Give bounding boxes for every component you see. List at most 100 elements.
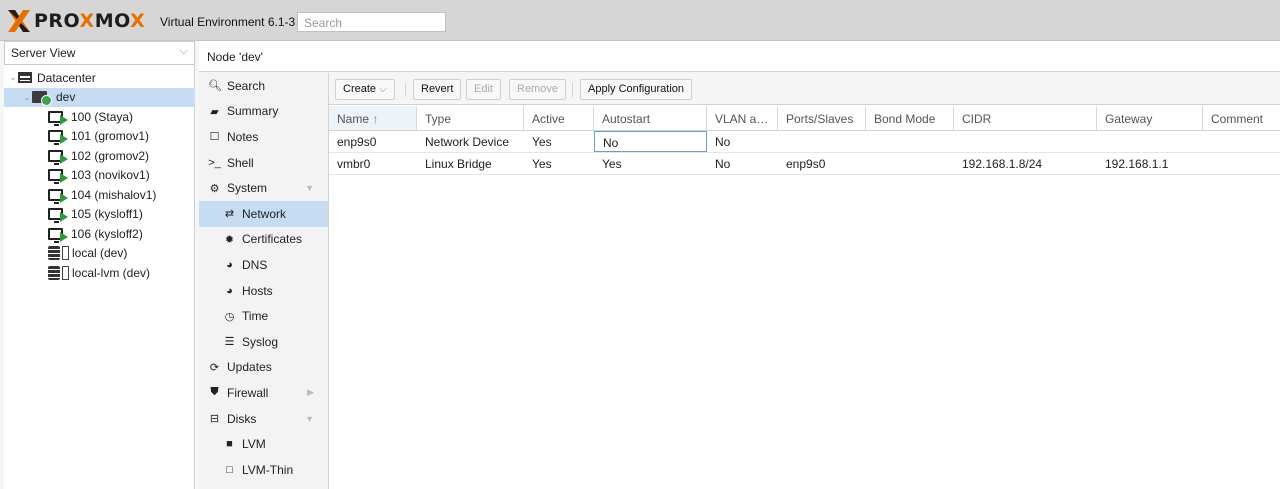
- menu-item-syslog[interactable]: ☰ Syslog: [199, 329, 328, 355]
- toolbar-separator: [405, 83, 406, 97]
- column-header-gateway[interactable]: Gateway: [1097, 106, 1203, 130]
- menu-item-label: Summary: [227, 104, 279, 119]
- menu-item-lvm[interactable]: ■ LVM: [199, 431, 328, 457]
- tree-item-vm[interactable]: 101 (gromov1): [4, 127, 195, 147]
- cell-bond-mode: [866, 153, 954, 174]
- cell-type: Network Device: [425, 135, 510, 149]
- menu-item-label: LVM: [242, 437, 266, 452]
- tree-item-label: 100 (Staya): [71, 109, 134, 124]
- menu-item-lvm-thin[interactable]: □ LVM-Thin: [199, 457, 328, 483]
- vm-running-icon: [48, 130, 68, 146]
- collapse-toggle-icon[interactable]: ⌄: [8, 72, 18, 83]
- brand-name: PROXMOX: [34, 10, 146, 32]
- cell-name: vmbr0: [337, 157, 371, 171]
- menu-item-system[interactable]: ⚙ System ▼: [199, 175, 328, 201]
- storage-disk-icon: [62, 265, 69, 280]
- menu-item-search[interactable]: 🔍︎ Search: [199, 73, 328, 99]
- tree-item-label: local-lvm (dev): [72, 265, 151, 280]
- tree-item-datacenter[interactable]: ⌄ Datacenter: [4, 68, 195, 88]
- table-row[interactable]: enp9s0 Network Device Yes No No: [329, 131, 1280, 153]
- edit-button[interactable]: Edit: [466, 79, 501, 100]
- chevron-right-icon[interactable]: ▶: [307, 387, 314, 398]
- tree-item-storage[interactable]: local-lvm (dev): [4, 263, 195, 283]
- column-header-active[interactable]: Active: [524, 106, 594, 130]
- tree-item-label: 104 (mishalov1): [71, 187, 157, 202]
- column-header-cidr[interactable]: CIDR: [954, 106, 1097, 130]
- chevron-down-icon[interactable]: ▼: [305, 183, 314, 193]
- cell-ports-slaves: enp9s0: [786, 157, 826, 171]
- global-search-input[interactable]: Search: [297, 12, 446, 32]
- menu-item-network[interactable]: ⇄ Network: [199, 200, 328, 227]
- chevron-down-icon: ⌵: [179, 45, 188, 57]
- cell-comment: [1203, 153, 1280, 174]
- column-header-label: Name: [337, 112, 370, 126]
- tree-item-vm[interactable]: 106 (kysloff2): [4, 224, 195, 244]
- menu-item-label: LVM-Thin: [242, 462, 294, 477]
- cell-ports-slaves: [778, 131, 866, 152]
- tree-item-vm[interactable]: 104 (mishalov1): [4, 185, 195, 205]
- menu-item-label: DNS: [242, 257, 268, 272]
- menu-item-label: Shell: [227, 155, 254, 170]
- vm-running-icon: [48, 110, 68, 126]
- vm-running-icon: [48, 227, 68, 243]
- collapse-toggle-icon[interactable]: ⌄: [22, 92, 32, 103]
- cell-active: Yes: [532, 157, 552, 171]
- menu-item-label: Network: [242, 206, 287, 221]
- tree-item-dev[interactable]: ⌄ dev: [4, 87, 195, 107]
- apply-configuration-button[interactable]: Apply Configuration: [580, 79, 693, 100]
- cell-name: enp9s0: [337, 135, 377, 149]
- cell-bond-mode: [866, 131, 954, 152]
- network-toolbar: Create ⌵ Revert Edit Remove Apply Config…: [329, 73, 1280, 105]
- square-outline-icon: □: [226, 463, 233, 476]
- node-online-icon: [32, 91, 52, 107]
- create-button-label: Create: [343, 83, 377, 95]
- grid-header: Name ↑ Type Active Autostart VLAN a… Por…: [329, 106, 1280, 131]
- column-header-bond-mode[interactable]: Bond Mode: [866, 106, 954, 130]
- tree-item-storage[interactable]: local (dev): [4, 244, 195, 264]
- tree-item-vm[interactable]: 102 (gromov2): [4, 146, 195, 166]
- cell-autostart-editor[interactable]: No: [594, 131, 707, 152]
- storage-icon: [48, 246, 60, 261]
- column-header-name[interactable]: Name ↑: [329, 106, 417, 130]
- menu-item-certificates[interactable]: ✹ Certificates: [199, 227, 328, 253]
- menu-item-firewall[interactable]: ⛊ Firewall ▶: [199, 380, 328, 406]
- tree-item-vm[interactable]: 105 (kysloff1): [4, 205, 195, 225]
- tree-item-label: local (dev): [72, 246, 128, 261]
- menu-item-disks[interactable]: ⊟ Disks ▼: [199, 406, 328, 432]
- tree-item-label: 101 (gromov1): [71, 129, 150, 144]
- menu-item-notes[interactable]: ☐ Notes: [199, 124, 328, 150]
- tree-item-vm[interactable]: 100 (Staya): [4, 107, 195, 127]
- storage-disk-icon: [62, 246, 69, 261]
- table-row[interactable]: vmbr0 Linux Bridge Yes Yes No enp9s0 192…: [329, 153, 1280, 175]
- menu-item-dns[interactable]: ◕ DNS: [199, 252, 328, 278]
- tree-item-vm[interactable]: 103 (novikov1): [4, 166, 195, 186]
- menu-item-time[interactable]: ◷ Time: [199, 303, 328, 329]
- exchange-icon: ⇄: [224, 208, 235, 221]
- column-header-comment[interactable]: Comment: [1203, 106, 1280, 130]
- menu-item-shell[interactable]: >_ Shell: [199, 150, 328, 176]
- column-header-type[interactable]: Type: [417, 106, 524, 130]
- menu-item-summary[interactable]: ▰ Summary: [199, 99, 328, 125]
- chevron-down-icon[interactable]: ▼: [305, 414, 314, 424]
- cell-autostart: Yes: [602, 157, 622, 171]
- datacenter-icon: [18, 72, 32, 84]
- menu-item-hosts[interactable]: ◕ Hosts: [199, 278, 328, 304]
- globe-icon: ◕: [226, 258, 233, 271]
- notes-icon: ☐: [209, 131, 220, 144]
- menu-item-updates[interactable]: ⟳ Updates: [199, 355, 328, 381]
- cell-vlan-aware: No: [715, 135, 731, 149]
- vm-running-icon: [48, 188, 68, 204]
- column-header-autostart[interactable]: Autostart: [594, 106, 707, 130]
- cell-gateway: 192.168.1.1: [1105, 157, 1169, 171]
- top-bar: PROXMOX Virtual Environment 6.1-3 Search: [0, 0, 1280, 41]
- toolbar-separator: [572, 83, 573, 97]
- create-button[interactable]: Create ⌵: [335, 79, 395, 100]
- refresh-icon: ⟳: [209, 361, 220, 374]
- column-header-ports-slaves[interactable]: Ports/Slaves: [778, 106, 866, 130]
- list-icon: ☰: [224, 336, 235, 349]
- menu-item-label: Time: [242, 309, 269, 324]
- view-selector[interactable]: Server View ⌵: [4, 41, 195, 65]
- revert-button[interactable]: Revert: [413, 79, 462, 100]
- column-header-vlan-aware[interactable]: VLAN a…: [707, 106, 778, 130]
- remove-button[interactable]: Remove: [509, 79, 566, 100]
